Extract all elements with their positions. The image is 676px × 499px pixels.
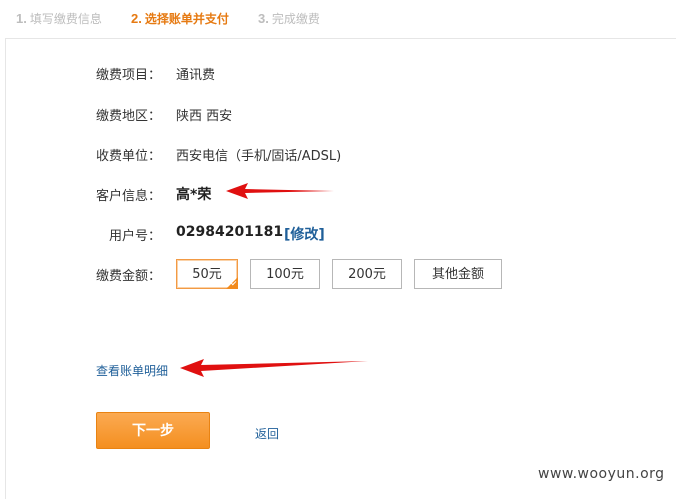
modify-account-link[interactable]: [修改]	[284, 224, 325, 244]
step-label: 选择账单并支付	[144, 12, 229, 26]
amount-option-200[interactable]: 200元	[332, 259, 402, 289]
back-link[interactable]: 返回	[255, 425, 279, 442]
item-label: 缴费项目：	[96, 68, 162, 83]
step-label: 完成缴费	[271, 12, 320, 26]
step-label: 填写缴费信息	[29, 12, 102, 26]
region-label: 缴费地区：	[96, 109, 162, 124]
customer-label: 客户信息：	[96, 189, 162, 204]
view-bill-detail-link[interactable]: 查看账单明细	[96, 362, 168, 379]
annotation-arrow-icon	[180, 359, 368, 377]
amount-label: 缴费金额：	[96, 269, 162, 284]
unit-label: 收费单位：	[96, 149, 162, 164]
amount-option-label: 200元	[348, 267, 386, 282]
step-select-bill-pay: 2. 选择账单并支付	[131, 10, 229, 27]
step-number: 1.	[16, 11, 27, 26]
amount-option-other[interactable]: 其他金额	[414, 259, 502, 289]
step-number: 3.	[258, 11, 269, 26]
watermark: www.wooyun.org	[538, 466, 665, 482]
amount-option-label: 100元	[266, 267, 304, 282]
item-value: 通讯费	[176, 68, 216, 83]
step-complete: 3. 完成缴费	[258, 10, 320, 27]
customer-value: 高*荣	[176, 187, 212, 203]
amount-option-label: 50元	[192, 267, 222, 282]
next-step-button[interactable]: 下一步	[96, 412, 210, 449]
amount-option-50[interactable]: 50元	[176, 259, 238, 289]
unit-value: 西安电信（手机/固话/ADSL)	[176, 149, 342, 164]
amount-option-100[interactable]: 100元	[250, 259, 320, 289]
amount-option-label: 其他金额	[431, 267, 484, 282]
account-value: 02984201181	[176, 224, 284, 240]
selected-check-icon	[226, 277, 238, 289]
progress-steps: 1. 填写缴费信息 2. 选择账单并支付 3. 完成缴费	[0, 0, 676, 38]
region-value: 陕西 西安	[176, 109, 233, 124]
annotation-arrow-icon	[226, 183, 334, 199]
step-fill-info: 1. 填写缴费信息	[16, 10, 102, 27]
step-number: 2.	[131, 11, 142, 26]
account-label: 用户号：	[109, 229, 162, 244]
